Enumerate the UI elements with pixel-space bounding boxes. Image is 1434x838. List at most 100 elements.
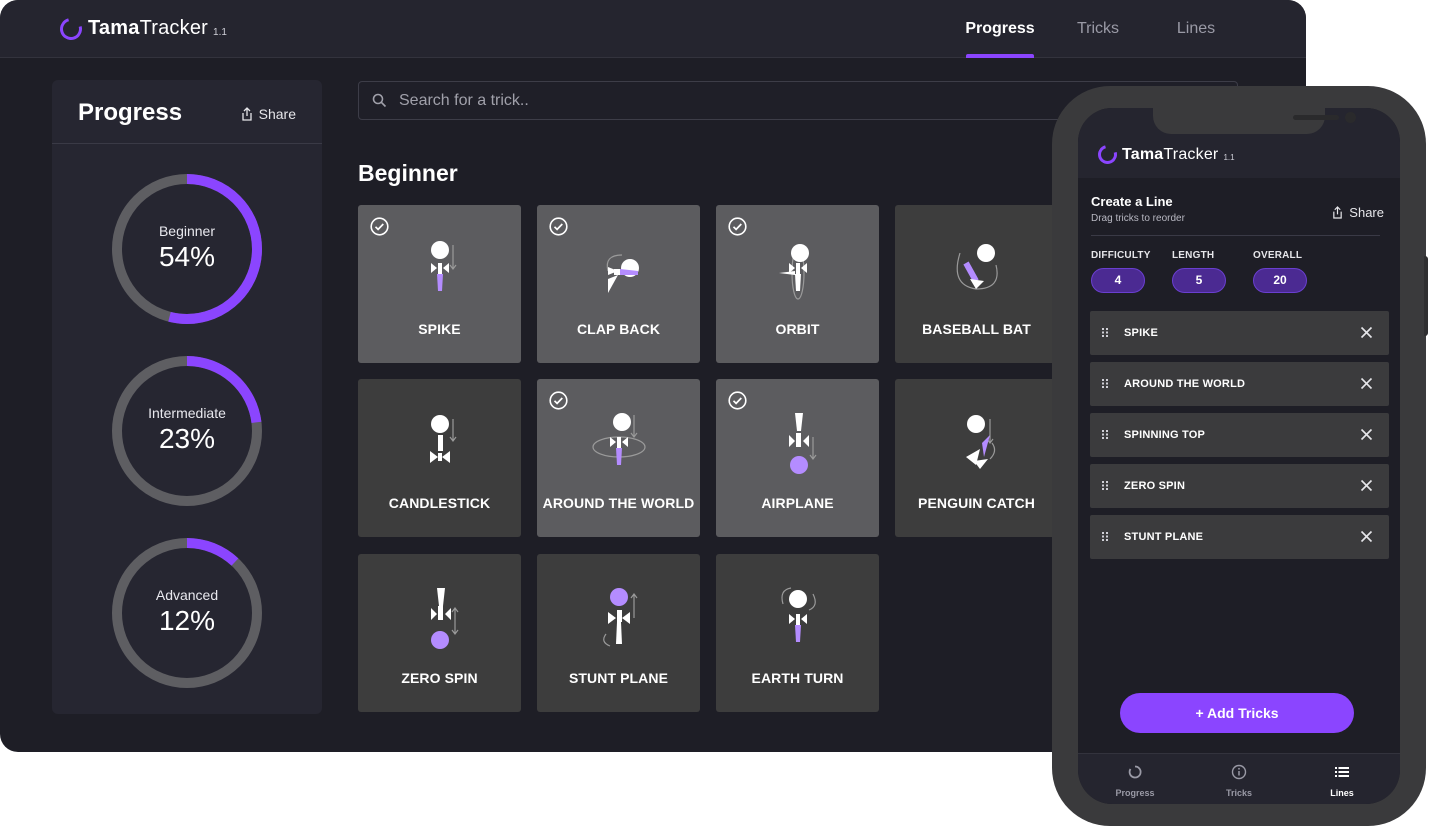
trick-card[interactable]: ZERO SPIN xyxy=(358,554,521,712)
check-circle-icon xyxy=(728,217,747,236)
phone-tab-tricks[interactable]: Tricks xyxy=(1199,764,1279,798)
stat-value: 20 xyxy=(1253,268,1307,293)
search-icon xyxy=(372,93,387,108)
top-bar: TamaTracker 1.1 Progress Tricks Lines xyxy=(0,0,1306,58)
line-item[interactable]: AROUND THE WORLD xyxy=(1090,362,1389,406)
trick-card[interactable]: CLAP BACK xyxy=(537,205,700,363)
kendama-trick-icon xyxy=(966,415,996,469)
line-item-name: ZERO SPIN xyxy=(1124,480,1186,492)
phone-screen: TamaTracker 1.1 Create a Line Drag trick… xyxy=(1078,108,1400,804)
drag-handle-icon[interactable] xyxy=(1101,531,1109,542)
tab-lines[interactable]: Lines xyxy=(1148,0,1244,58)
share-icon xyxy=(241,107,252,121)
progress-ring-icon xyxy=(1128,765,1142,779)
trick-card[interactable]: AIRPLANE xyxy=(716,379,879,537)
kendama-trick-icon xyxy=(781,587,816,642)
app-logo[interactable]: TamaTracker 1.1 xyxy=(55,13,227,45)
trick-card[interactable]: CANDLESTICK xyxy=(358,379,521,537)
stat-length: LENGTH 5 xyxy=(1172,250,1232,293)
kendama-trick-icon xyxy=(431,241,457,291)
line-item-name: STUNT PLANE xyxy=(1124,531,1204,543)
tab-progress[interactable]: Progress xyxy=(952,0,1048,58)
add-tricks-button[interactable]: + Add Tricks xyxy=(1120,693,1354,733)
line-item-name: AROUND THE WORLD xyxy=(1124,378,1246,390)
share-label: Share xyxy=(258,106,296,122)
check-circle-icon xyxy=(549,217,568,236)
drag-handle-icon[interactable] xyxy=(1101,378,1109,389)
speaker-grille xyxy=(1293,115,1339,120)
stat-value: 4 xyxy=(1091,268,1145,293)
phone-tab-progress[interactable]: Progress xyxy=(1095,764,1175,798)
close-icon[interactable] xyxy=(1360,326,1373,339)
close-icon[interactable] xyxy=(1360,479,1373,492)
kendama-trick-icon xyxy=(779,244,809,300)
line-item[interactable]: SPINNING TOP xyxy=(1090,413,1389,457)
stat-label: OVERALL xyxy=(1253,250,1303,261)
logo-name-bold: Tama xyxy=(88,17,140,39)
progress-ring-intermediate: Intermediate 23% xyxy=(110,354,264,508)
front-camera xyxy=(1345,112,1356,123)
tab-label: Tricks xyxy=(1225,788,1253,798)
tab-tricks[interactable]: Tricks xyxy=(1050,0,1146,58)
trick-name: BASEBALL BAT xyxy=(922,321,1031,337)
close-icon[interactable] xyxy=(1360,377,1373,390)
kendama-trick-icon xyxy=(603,588,638,647)
ring-level-name: Beginner xyxy=(158,223,216,239)
drag-handle-icon[interactable] xyxy=(1101,327,1109,338)
list-icon xyxy=(1335,767,1349,777)
close-icon[interactable] xyxy=(1360,428,1373,441)
trick-name: SPIKE xyxy=(418,321,461,337)
line-item[interactable]: ZERO SPIN xyxy=(1090,464,1389,508)
ring-percent: 54% xyxy=(158,241,216,272)
line-item-name: SPIKE xyxy=(1124,327,1159,339)
check-circle-icon xyxy=(370,217,389,236)
drag-handle-icon[interactable] xyxy=(1101,480,1109,491)
stat-overall: OVERALL 20 xyxy=(1253,250,1313,293)
trick-name: ORBIT xyxy=(775,321,820,337)
share-icon xyxy=(1333,206,1343,219)
info-icon xyxy=(1231,764,1247,780)
phone-notch xyxy=(1153,108,1356,134)
tab-label: Lines xyxy=(1330,788,1354,798)
progress-panel-header: Progress Share xyxy=(52,80,322,144)
phone-share-button[interactable]: Share xyxy=(1332,205,1384,220)
close-icon[interactable] xyxy=(1360,530,1373,543)
drag-handle-icon[interactable] xyxy=(1101,429,1109,440)
trick-card[interactable]: ORBIT xyxy=(716,205,879,363)
phone-app-logo[interactable]: TamaTracker 1.1 xyxy=(1094,141,1235,168)
trick-card[interactable]: STUNT PLANE xyxy=(537,554,700,712)
app-version: 1.1 xyxy=(213,27,227,38)
trick-card[interactable]: AROUND THE WORLD xyxy=(537,379,700,537)
stat-value: 5 xyxy=(1172,268,1226,293)
trick-card[interactable]: EARTH TURN xyxy=(716,554,879,712)
trick-name: AROUND THE WORLD xyxy=(542,495,695,511)
trick-name: CANDLESTICK xyxy=(388,495,491,511)
app-version: 1.1 xyxy=(1223,153,1235,162)
stat-difficulty: DIFFICULTY 4 xyxy=(1091,250,1151,293)
divider xyxy=(1091,235,1380,236)
trick-name: AIRPLANE xyxy=(761,495,834,511)
line-item[interactable]: SPIKE xyxy=(1090,311,1389,355)
trick-card[interactable]: SPIKE xyxy=(358,205,521,363)
trick-card[interactable]: BASEBALL BAT xyxy=(895,205,1058,363)
kendama-trick-icon xyxy=(606,254,639,293)
progress-panel: Progress Share Beginner 54% Intermediate 23… xyxy=(52,80,322,714)
progress-title: Progress xyxy=(78,99,183,126)
kendama-trick-icon xyxy=(430,415,457,463)
logo-ring-icon xyxy=(55,13,87,45)
phone-tab-lines[interactable]: Lines xyxy=(1302,764,1382,798)
logo-name-bold: Tama xyxy=(1122,146,1164,163)
trick-name: ZERO SPIN xyxy=(401,670,478,686)
trick-card[interactable]: PENGUIN CATCH xyxy=(895,379,1058,537)
share-button[interactable]: Share xyxy=(241,106,296,122)
logo-ring-icon xyxy=(1094,141,1121,168)
ring-percent: 23% xyxy=(158,423,216,454)
kendama-trick-icon xyxy=(956,244,998,290)
phone-tab-bar: Progress Tricks Lines xyxy=(1078,753,1400,804)
section-title: Beginner xyxy=(358,160,458,186)
line-item[interactable]: STUNT PLANE xyxy=(1090,515,1389,559)
share-label: Share xyxy=(1349,205,1384,220)
ring-percent: 12% xyxy=(158,605,216,636)
logo-name-light: Tracker xyxy=(139,17,209,39)
trick-name: EARTH TURN xyxy=(751,670,844,686)
